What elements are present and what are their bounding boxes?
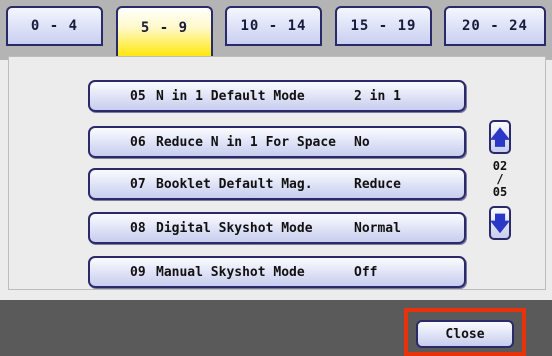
setting-value: Normal: [354, 221, 401, 236]
setting-name: Manual Skyshot Mode: [156, 265, 305, 280]
page-up-button[interactable]: 🡅: [489, 120, 511, 154]
page-down-button[interactable]: 🡇: [489, 206, 511, 240]
tab-5-9[interactable]: 5 - 9: [116, 6, 213, 58]
tab-10-14[interactable]: 10 - 14: [225, 6, 322, 46]
setting-row-06[interactable]: 06 Reduce N in 1 For Space No: [88, 126, 466, 158]
setting-name: Booklet Default Mag.: [156, 177, 313, 192]
tab-bar: 0 - 4 5 - 9 10 - 14 15 - 19 20 - 24: [0, 0, 552, 60]
setting-number: 06: [130, 135, 146, 150]
setting-number: 07: [130, 177, 146, 192]
setting-name: Digital Skyshot Mode: [156, 221, 313, 236]
tab-20-24[interactable]: 20 - 24: [444, 6, 546, 46]
setting-number: 08: [130, 221, 146, 236]
tab-15-19[interactable]: 15 - 19: [335, 6, 432, 46]
setting-row-09[interactable]: 09 Manual Skyshot Mode Off: [88, 256, 466, 288]
setting-value: 2 in 1: [354, 89, 401, 104]
page-indicator: 02 / 05: [486, 160, 514, 199]
setting-value: No: [354, 135, 370, 150]
setting-value: Off: [354, 265, 378, 280]
setting-name: Reduce N in 1 For Space: [156, 135, 337, 150]
arrow-up-icon: 🡅: [489, 125, 511, 149]
setting-row-05[interactable]: 05 N in 1 Default Mode 2 in 1: [88, 80, 466, 112]
setting-number: 05: [130, 89, 146, 104]
setting-value: Reduce: [354, 177, 401, 192]
arrow-down-icon: 🡇: [489, 211, 511, 235]
close-button[interactable]: Close: [416, 320, 514, 348]
setting-row-07[interactable]: 07 Booklet Default Mag. Reduce: [88, 168, 466, 200]
tab-0-4[interactable]: 0 - 4: [6, 6, 103, 46]
setting-name: N in 1 Default Mode: [156, 89, 305, 104]
screen: 0 - 4 5 - 9 10 - 14 15 - 19 20 - 24 05 N…: [0, 0, 552, 356]
page-total: 05: [492, 185, 508, 199]
setting-row-08[interactable]: 08 Digital Skyshot Mode Normal: [88, 212, 466, 244]
setting-number: 09: [130, 265, 146, 280]
